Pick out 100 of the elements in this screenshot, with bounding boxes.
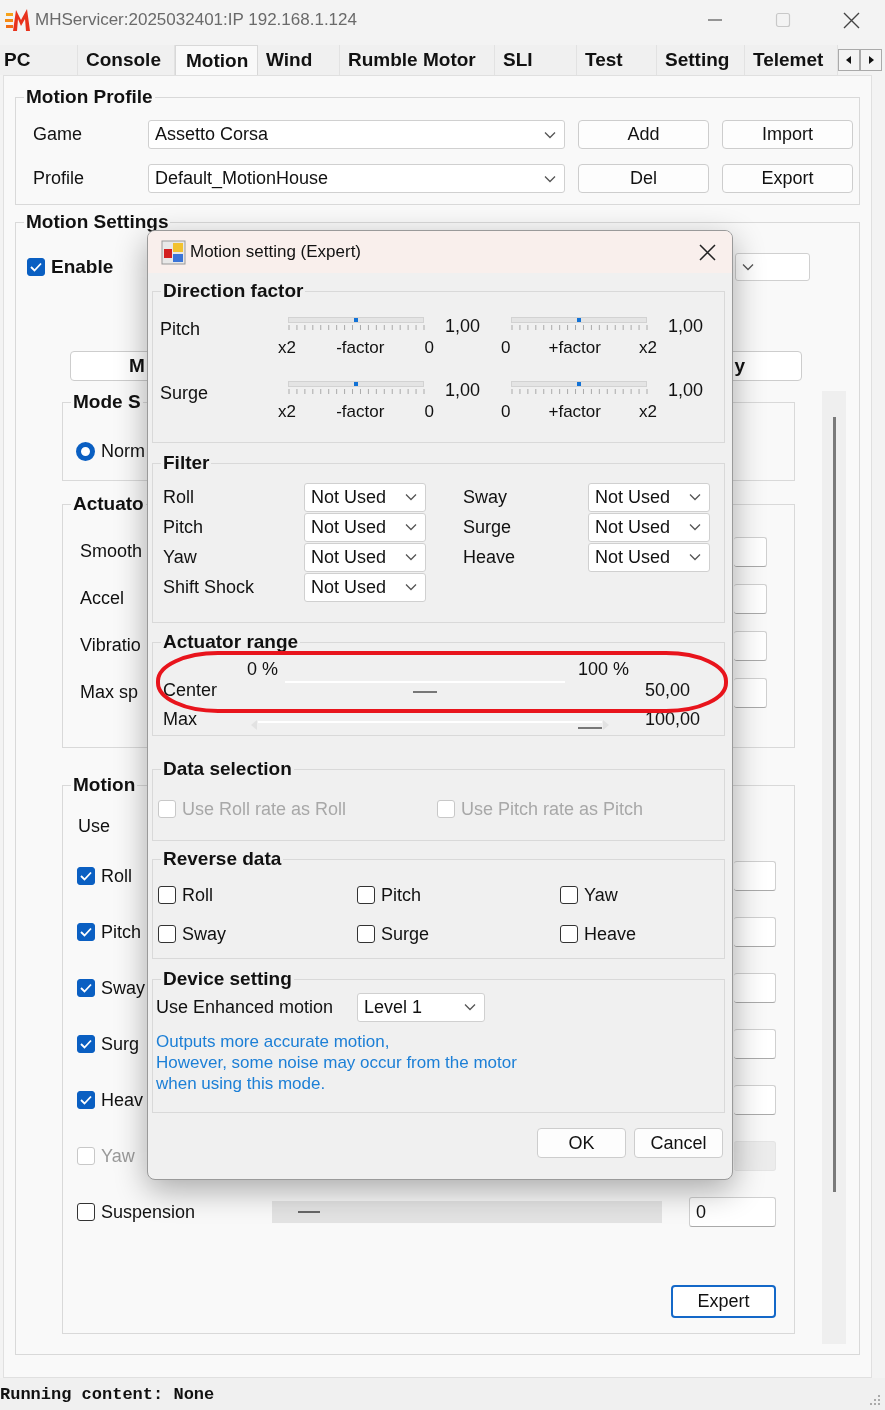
dropdown[interactable]: Level 1 bbox=[357, 992, 485, 1022]
scale-label: x2 bbox=[278, 401, 296, 423]
filter-label: Sway bbox=[463, 486, 508, 508]
chevron-icon bbox=[689, 493, 701, 501]
group-title: Reverse data bbox=[162, 848, 283, 870]
tab[interactable]: Motion bbox=[175, 45, 258, 75]
dropdown[interactable]: Not Used bbox=[304, 542, 426, 572]
scale-label: +factor bbox=[548, 337, 601, 359]
filter-label: Yaw bbox=[163, 546, 198, 568]
text-field[interactable] bbox=[734, 536, 767, 567]
scale-label: -factor bbox=[336, 401, 385, 423]
check-icon bbox=[80, 1039, 92, 1049]
right-arrow-icon bbox=[602, 720, 610, 730]
slider-thumb[interactable] bbox=[354, 318, 358, 322]
checkbox-label: Sway bbox=[101, 977, 145, 999]
expert-button[interactable]: Expert bbox=[671, 1285, 776, 1318]
chevron-icon bbox=[464, 1003, 476, 1011]
slider-value: 1,00 bbox=[444, 315, 482, 338]
text-field[interactable] bbox=[734, 973, 776, 1003]
logo-icon bbox=[5, 7, 31, 33]
row-label: Max sp bbox=[80, 682, 139, 703]
tab-scroll-button[interactable] bbox=[860, 49, 882, 71]
slider-value: 50,00 bbox=[645, 679, 692, 701]
filter-label: Roll bbox=[163, 486, 195, 508]
checkbox[interactable] bbox=[27, 258, 45, 276]
dropdown[interactable]: Not Used bbox=[304, 512, 426, 542]
checkbox[interactable] bbox=[77, 1091, 95, 1109]
scale-label: -factor bbox=[336, 337, 385, 359]
dropdown[interactable]: Default_MotionHouse bbox=[148, 164, 565, 193]
maximize-icon[interactable] bbox=[775, 12, 791, 28]
text-field[interactable]: 0 bbox=[689, 1197, 776, 1227]
setting-label: Use Enhanced motion bbox=[156, 996, 335, 1018]
dialog-button[interactable]: OK bbox=[537, 1128, 626, 1158]
text-field[interactable] bbox=[734, 1085, 776, 1115]
scale-label: 100 % bbox=[577, 658, 630, 680]
text-field[interactable] bbox=[734, 1029, 776, 1059]
group-title: Motion Settings bbox=[25, 211, 170, 233]
text-field[interactable] bbox=[734, 583, 767, 614]
dropdown[interactable]: Not Used bbox=[304, 572, 426, 602]
profile-button[interactable]: Del bbox=[578, 164, 709, 193]
dropdown[interactable]: Not Used bbox=[588, 482, 710, 512]
field-label: Profile bbox=[33, 168, 86, 189]
checkbox[interactable] bbox=[77, 867, 95, 885]
checkbox-label: Suspension bbox=[101, 1201, 196, 1223]
row-label: Vibratio bbox=[80, 635, 141, 656]
dropdown[interactable] bbox=[735, 253, 810, 281]
checkbox[interactable] bbox=[77, 1203, 95, 1221]
checkbox[interactable] bbox=[77, 1035, 95, 1053]
status-text: Running content: None bbox=[0, 1384, 215, 1404]
group-title: Data selection bbox=[162, 758, 293, 780]
chevron-icon bbox=[405, 523, 417, 531]
row-label: Pitch bbox=[159, 318, 202, 341]
left-triangle-icon bbox=[846, 56, 852, 64]
app-icon bbox=[161, 239, 186, 265]
chevron-icon bbox=[544, 130, 556, 139]
check-icon bbox=[30, 262, 42, 272]
radio-button[interactable] bbox=[76, 442, 95, 461]
slider-thumb[interactable] bbox=[577, 318, 581, 322]
column-label: Use bbox=[78, 815, 110, 837]
checkbox[interactable] bbox=[560, 925, 578, 943]
dropdown[interactable]: Assetto Corsa bbox=[148, 120, 565, 149]
checkbox-label: Surg bbox=[101, 1033, 140, 1055]
dropdown[interactable]: Not Used bbox=[588, 512, 710, 542]
close-icon[interactable] bbox=[843, 11, 860, 29]
checkbox-label: Surge bbox=[381, 923, 430, 945]
tab-scroll-button[interactable] bbox=[838, 49, 860, 71]
window-title: MHServicer:2025032401:IP 192.168.1.124 bbox=[35, 10, 357, 30]
scroll-thumb[interactable] bbox=[833, 417, 836, 1192]
slider-thumb[interactable] bbox=[354, 382, 358, 386]
profile-button[interactable]: Import bbox=[722, 120, 853, 149]
group-title: Mode S bbox=[72, 391, 142, 413]
checkbox[interactable] bbox=[158, 886, 176, 904]
close-icon[interactable] bbox=[699, 243, 716, 261]
text-field[interactable] bbox=[734, 677, 767, 708]
text-field[interactable] bbox=[734, 861, 776, 891]
profile-button[interactable]: Add bbox=[578, 120, 709, 149]
checkbox-label: Use Pitch rate as Pitch bbox=[461, 798, 644, 820]
text-field[interactable] bbox=[734, 917, 776, 947]
checkbox[interactable] bbox=[560, 886, 578, 904]
group-title: Actuato bbox=[72, 493, 145, 515]
chevron-icon bbox=[544, 174, 556, 183]
dialog-button[interactable]: Cancel bbox=[634, 1128, 723, 1158]
checkbox[interactable] bbox=[357, 886, 375, 904]
checkbox[interactable] bbox=[158, 925, 176, 943]
slider-value: 1,00 bbox=[667, 379, 705, 402]
scale-label: x2 bbox=[639, 401, 657, 423]
scale-label: 0 % bbox=[247, 658, 280, 680]
chevron-icon bbox=[405, 553, 417, 561]
profile-button[interactable]: Export bbox=[722, 164, 853, 193]
slider-thumb[interactable] bbox=[577, 382, 581, 386]
info-note: Outputs more accurate motion, However, some noise may occur from the motor when using this mode. bbox=[155, 1031, 517, 1094]
checkbox[interactable] bbox=[77, 979, 95, 997]
text-field[interactable] bbox=[734, 630, 767, 661]
checkbox[interactable] bbox=[77, 923, 95, 941]
dropdown[interactable]: Not Used bbox=[304, 482, 426, 512]
scrollbar[interactable] bbox=[822, 391, 846, 1344]
dropdown[interactable]: Not Used bbox=[588, 542, 710, 572]
radio-label: Norm bbox=[101, 441, 145, 462]
checkbox[interactable] bbox=[357, 925, 375, 943]
group-title: Filter bbox=[162, 452, 211, 474]
